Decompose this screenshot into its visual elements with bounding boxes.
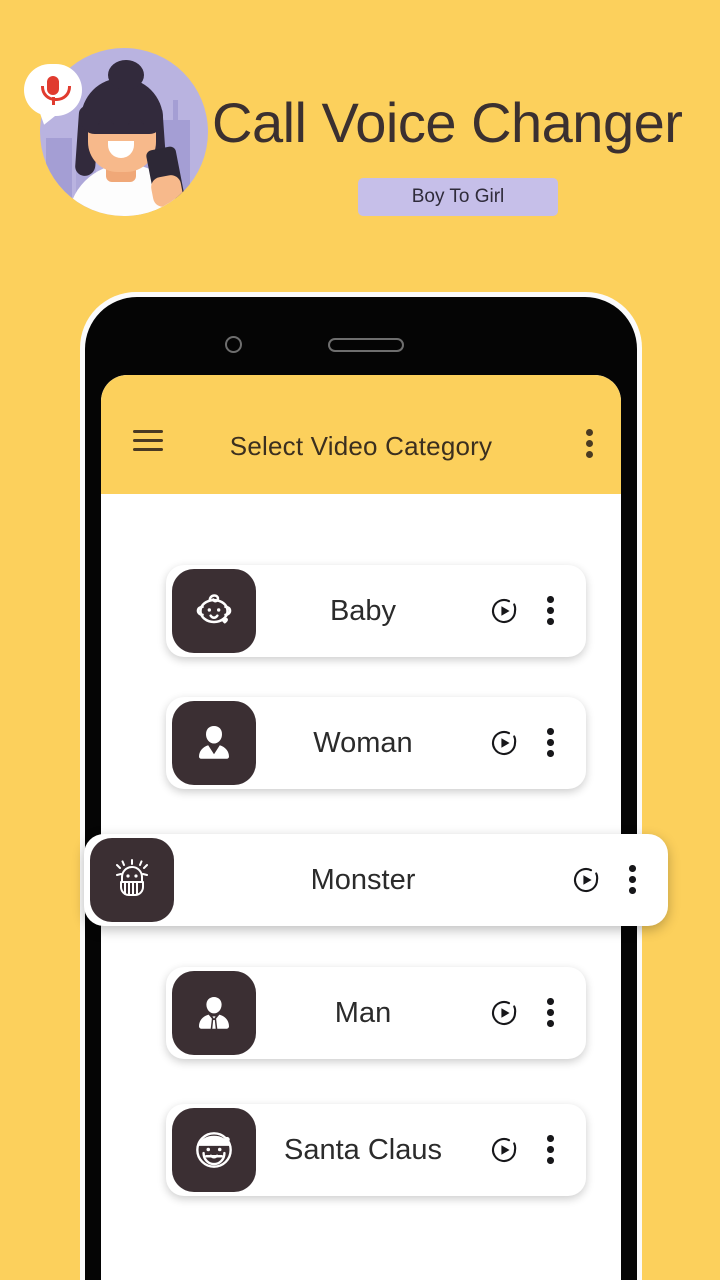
speech-bubble: [24, 64, 82, 116]
man-avatar-icon: [172, 971, 256, 1055]
app-bar: Select Video Category: [101, 375, 621, 494]
page-title: Select Video Category: [229, 431, 493, 461]
kebab-menu-icon[interactable]: [547, 728, 554, 758]
play-circle-icon[interactable]: [488, 595, 520, 627]
list-item-label: Man: [334, 996, 392, 1029]
kebab-menu-icon[interactable]: [547, 998, 554, 1028]
play-circle-icon[interactable]: [488, 1134, 520, 1166]
kebab-menu-icon[interactable]: [547, 1135, 554, 1165]
woman-avatar-icon: [172, 701, 256, 785]
app-store-promo-screenshot: Call Voice Changer Boy To Girl Select Vi…: [0, 0, 720, 1280]
skyline-building: [46, 138, 72, 216]
promo-title: Call Voice Changer: [212, 91, 683, 154]
list-item-label: Woman: [313, 726, 413, 759]
monster-face-icon: [90, 838, 174, 922]
kebab-menu-icon[interactable]: [586, 429, 594, 459]
skyline-spire: [173, 100, 178, 120]
list-item-label: Monster: [310, 863, 416, 896]
front-camera-icon: [225, 336, 242, 353]
list-item[interactable]: Woman: [166, 697, 586, 789]
list-item[interactable]: Santa Claus: [166, 1104, 586, 1196]
girl-eye-left: [98, 118, 114, 130]
microphone-stem: [52, 97, 55, 105]
girl-with-phone-illustration: [24, 46, 210, 232]
promo-subtitle-badge: Boy To Girl: [358, 178, 558, 216]
santa-face-icon: [172, 1108, 256, 1192]
list-item-selected[interactable]: Monster: [84, 834, 668, 926]
promo-banner: Call Voice Changer Boy To Girl: [0, 0, 720, 280]
list-item[interactable]: Man: [166, 967, 586, 1059]
play-circle-icon[interactable]: [570, 864, 602, 896]
girl-eye-right: [128, 118, 144, 130]
list-item-label: Baby: [329, 594, 397, 627]
kebab-menu-icon[interactable]: [547, 596, 554, 626]
list-item-label: Santa Claus: [284, 1133, 442, 1166]
list-item[interactable]: Baby: [166, 565, 586, 657]
kebab-menu-icon[interactable]: [629, 865, 636, 895]
play-circle-icon[interactable]: [488, 727, 520, 759]
girl-hair-bun: [108, 60, 144, 90]
play-circle-icon[interactable]: [488, 997, 520, 1029]
microphone-arc: [41, 86, 71, 101]
earpiece-speaker-icon: [328, 338, 404, 352]
baby-face-icon: [172, 569, 256, 653]
